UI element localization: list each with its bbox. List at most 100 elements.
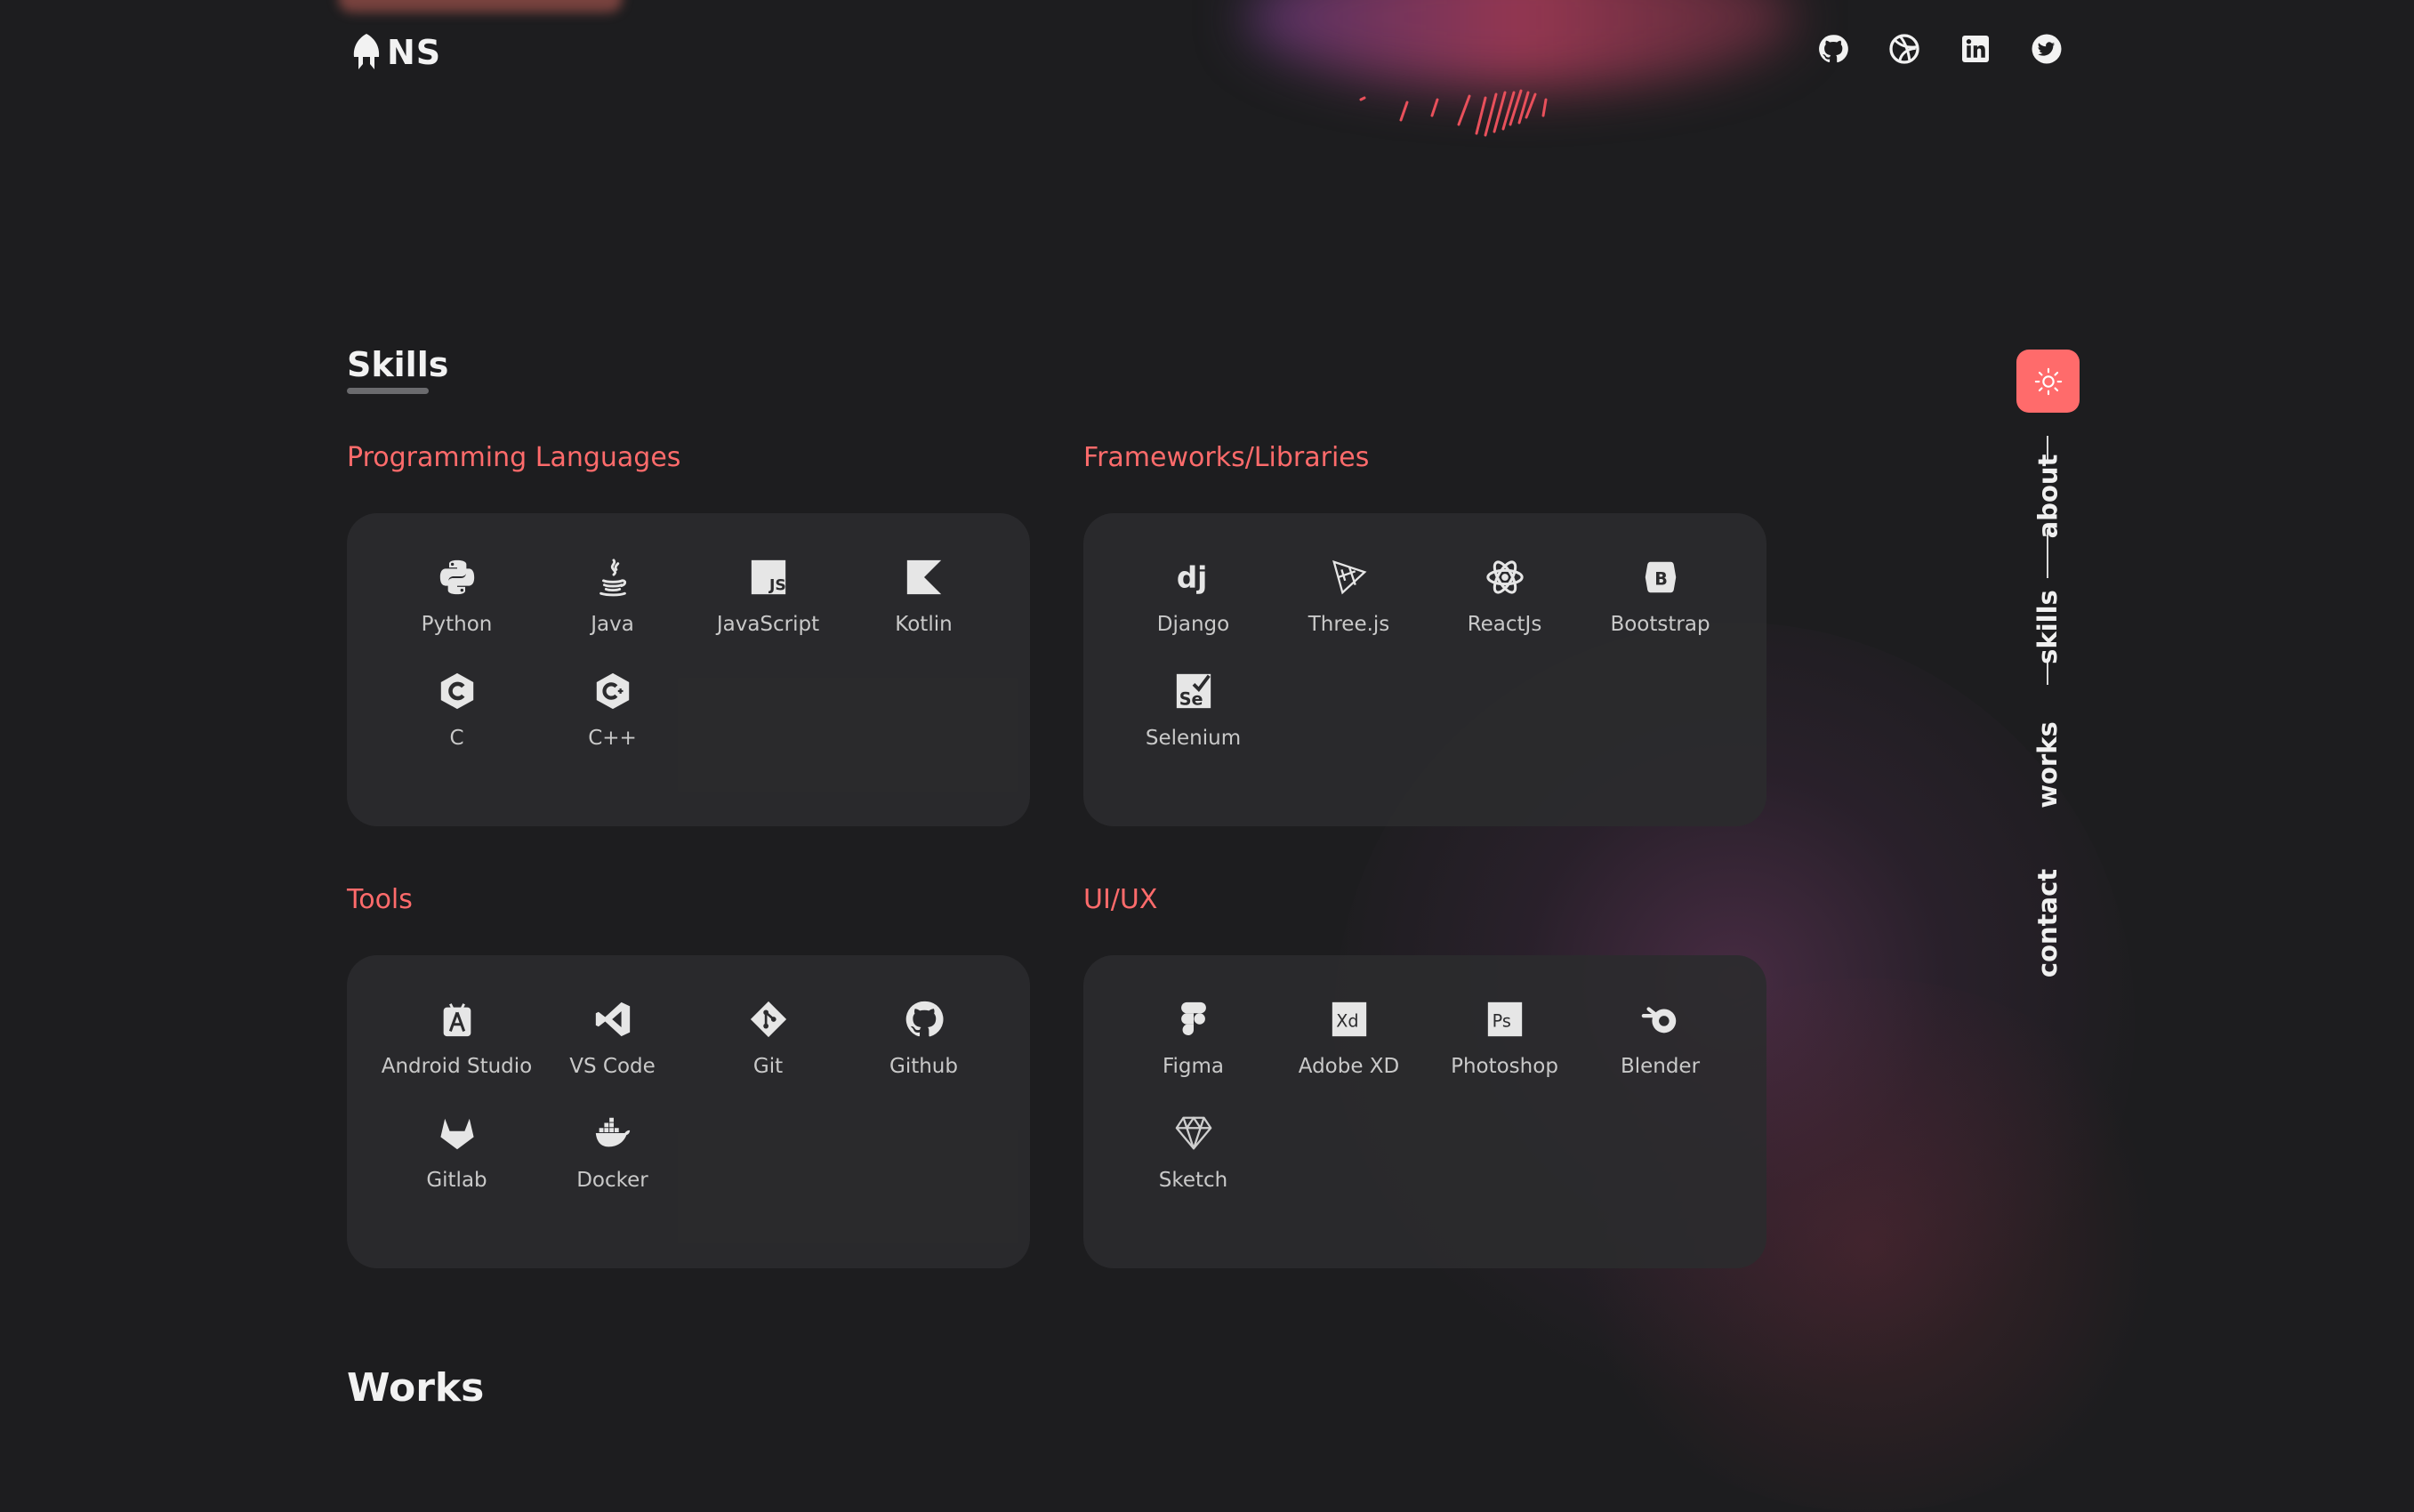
threejs-icon: [1332, 559, 1366, 595]
sketch-icon: [1175, 1116, 1211, 1150]
skill-item-photoshop: Ps Photoshop: [1427, 998, 1582, 1078]
photoshop-icon: Ps: [1487, 1001, 1522, 1037]
skill-item-javascript: JS JavaScript: [690, 556, 846, 636]
android-studio-icon: [443, 1003, 471, 1037]
nav-item-works[interactable]: works: [2023, 721, 2072, 808]
skills-section-title: Skills: [347, 345, 449, 384]
nav-label-skills: skills: [2032, 590, 2064, 664]
c-icon: [440, 672, 473, 710]
adobe-xd-icon: Xd: [1332, 1001, 1366, 1037]
skill-label: Github: [889, 1055, 958, 1078]
github-link[interactable]: [1816, 32, 1850, 66]
skill-label: Gitlab: [426, 1169, 487, 1192]
blender-icon: [1641, 1007, 1676, 1033]
skill-item-docker: Docker: [535, 1112, 690, 1192]
category-title-ui-ux: UI/UX: [1083, 884, 1158, 915]
nav-item-skills[interactable]: skills: [2023, 590, 2072, 664]
skill-label: VS Code: [569, 1055, 656, 1078]
brand-logo[interactable]: NS: [351, 32, 441, 73]
skill-label: Python: [421, 613, 493, 636]
linkedin-icon: [1962, 36, 1989, 62]
section-side-nav: about skills works contact: [2023, 427, 2072, 996]
brand-name: NS: [387, 33, 442, 72]
skill-item-adobe-xd: Xd Adobe XD: [1271, 998, 1427, 1078]
theme-toggle-button[interactable]: [2016, 350, 2080, 413]
svg-text:B: B: [1654, 569, 1668, 590]
works-section-title: Works: [347, 1365, 485, 1411]
svg-text:Ps: Ps: [1492, 1011, 1510, 1032]
svg-text:dj: dj: [1176, 561, 1207, 595]
svg-text:JS: JS: [768, 576, 785, 594]
java-icon: [599, 559, 626, 597]
nav-label-contact: contact: [2032, 868, 2063, 977]
hero-blur-decoration: [1245, 0, 1797, 89]
twitter-icon: [2032, 34, 2062, 64]
skill-item-cpp: C++: [535, 670, 690, 750]
javascript-icon: JS: [751, 559, 785, 594]
skill-item-github: Github: [846, 998, 1002, 1078]
skill-item-c: C: [379, 670, 535, 750]
skill-item-sketch: Sketch: [1115, 1112, 1271, 1192]
django-icon: dj: [1176, 561, 1207, 595]
skill-label: Django: [1156, 613, 1230, 636]
skill-label: C: [449, 727, 464, 750]
skill-item-android-studio: Android Studio: [379, 998, 535, 1078]
svg-text:Se: Se: [1179, 688, 1203, 709]
skill-item-django: dj Django: [1115, 556, 1271, 637]
skill-label: Docker: [576, 1169, 648, 1192]
skill-label: Java: [591, 613, 634, 636]
skill-label: C++: [588, 727, 637, 750]
git-icon: [750, 1001, 786, 1038]
category-title-tools: Tools: [347, 884, 413, 915]
bootstrap-icon: B: [1645, 561, 1676, 593]
svg-text:Xd: Xd: [1336, 1011, 1358, 1032]
kotlin-icon: [906, 559, 941, 595]
skill-label: Selenium: [1145, 727, 1242, 750]
category-title-programming-languages: Programming Languages: [347, 442, 681, 473]
github-icon: [1819, 35, 1848, 63]
skill-label: JavaScript: [716, 613, 820, 636]
section-title-underline: [347, 388, 429, 394]
docker-icon: [595, 1117, 630, 1147]
hero-scribble-decoration: [1359, 89, 1548, 137]
skill-label: Sketch: [1158, 1169, 1228, 1192]
skill-item-selenium: Se Selenium: [1115, 670, 1271, 750]
skill-label: Kotlin: [895, 613, 953, 636]
react-icon: [1485, 560, 1524, 594]
cpp-icon: [596, 672, 629, 710]
skills-card-programming-languages: Python Java JS JavaScript Kotlin C C++: [347, 513, 1030, 826]
skill-item-blender: Blender: [1582, 998, 1738, 1078]
python-icon: [439, 559, 474, 595]
skill-label: Adobe XD: [1298, 1055, 1400, 1078]
dribbble-link[interactable]: [1887, 32, 1921, 66]
skill-item-threejs: Three.js: [1271, 556, 1427, 636]
skill-label: Bootstrap: [1610, 613, 1710, 636]
skill-label: Git: [752, 1055, 784, 1078]
vscode-icon: [595, 1001, 630, 1037]
linkedin-link[interactable]: [1959, 32, 1992, 66]
nav-label-about: about: [2032, 454, 2064, 538]
nav-item-about[interactable]: about: [2023, 454, 2072, 538]
nav-label-works: works: [2032, 721, 2064, 808]
skill-item-figma: Figma: [1115, 998, 1271, 1078]
skill-label: Figma: [1162, 1055, 1225, 1078]
nav-item-contact[interactable]: contact: [2023, 868, 2072, 977]
skill-item-java: Java: [535, 556, 690, 636]
skill-label: Three.js: [1308, 613, 1390, 636]
sun-icon: [2034, 367, 2062, 395]
skills-card-ui-ux: Figma Xd Adobe XD Ps Photoshop Blender S…: [1083, 955, 1766, 1268]
skill-item-gitlab: Gitlab: [379, 1112, 535, 1192]
skill-item-react: ReactJs: [1427, 556, 1582, 636]
skill-item-kotlin: Kotlin: [846, 556, 1002, 636]
top-accent-decoration: [338, 0, 623, 12]
skill-label: Photoshop: [1451, 1055, 1558, 1078]
social-links: [1816, 32, 2064, 66]
skill-item-git: Git: [690, 998, 846, 1078]
dribbble-icon: [1889, 34, 1919, 64]
skills-card-tools: Android Studio VS Code Git Github Gitlab…: [347, 955, 1030, 1268]
skill-item-bootstrap: B Bootstrap: [1582, 556, 1738, 636]
skill-item-vscode: VS Code: [535, 998, 690, 1078]
rocket-logo-icon: [353, 34, 380, 69]
twitter-link[interactable]: [2030, 32, 2064, 66]
github-icon: [905, 1001, 943, 1037]
